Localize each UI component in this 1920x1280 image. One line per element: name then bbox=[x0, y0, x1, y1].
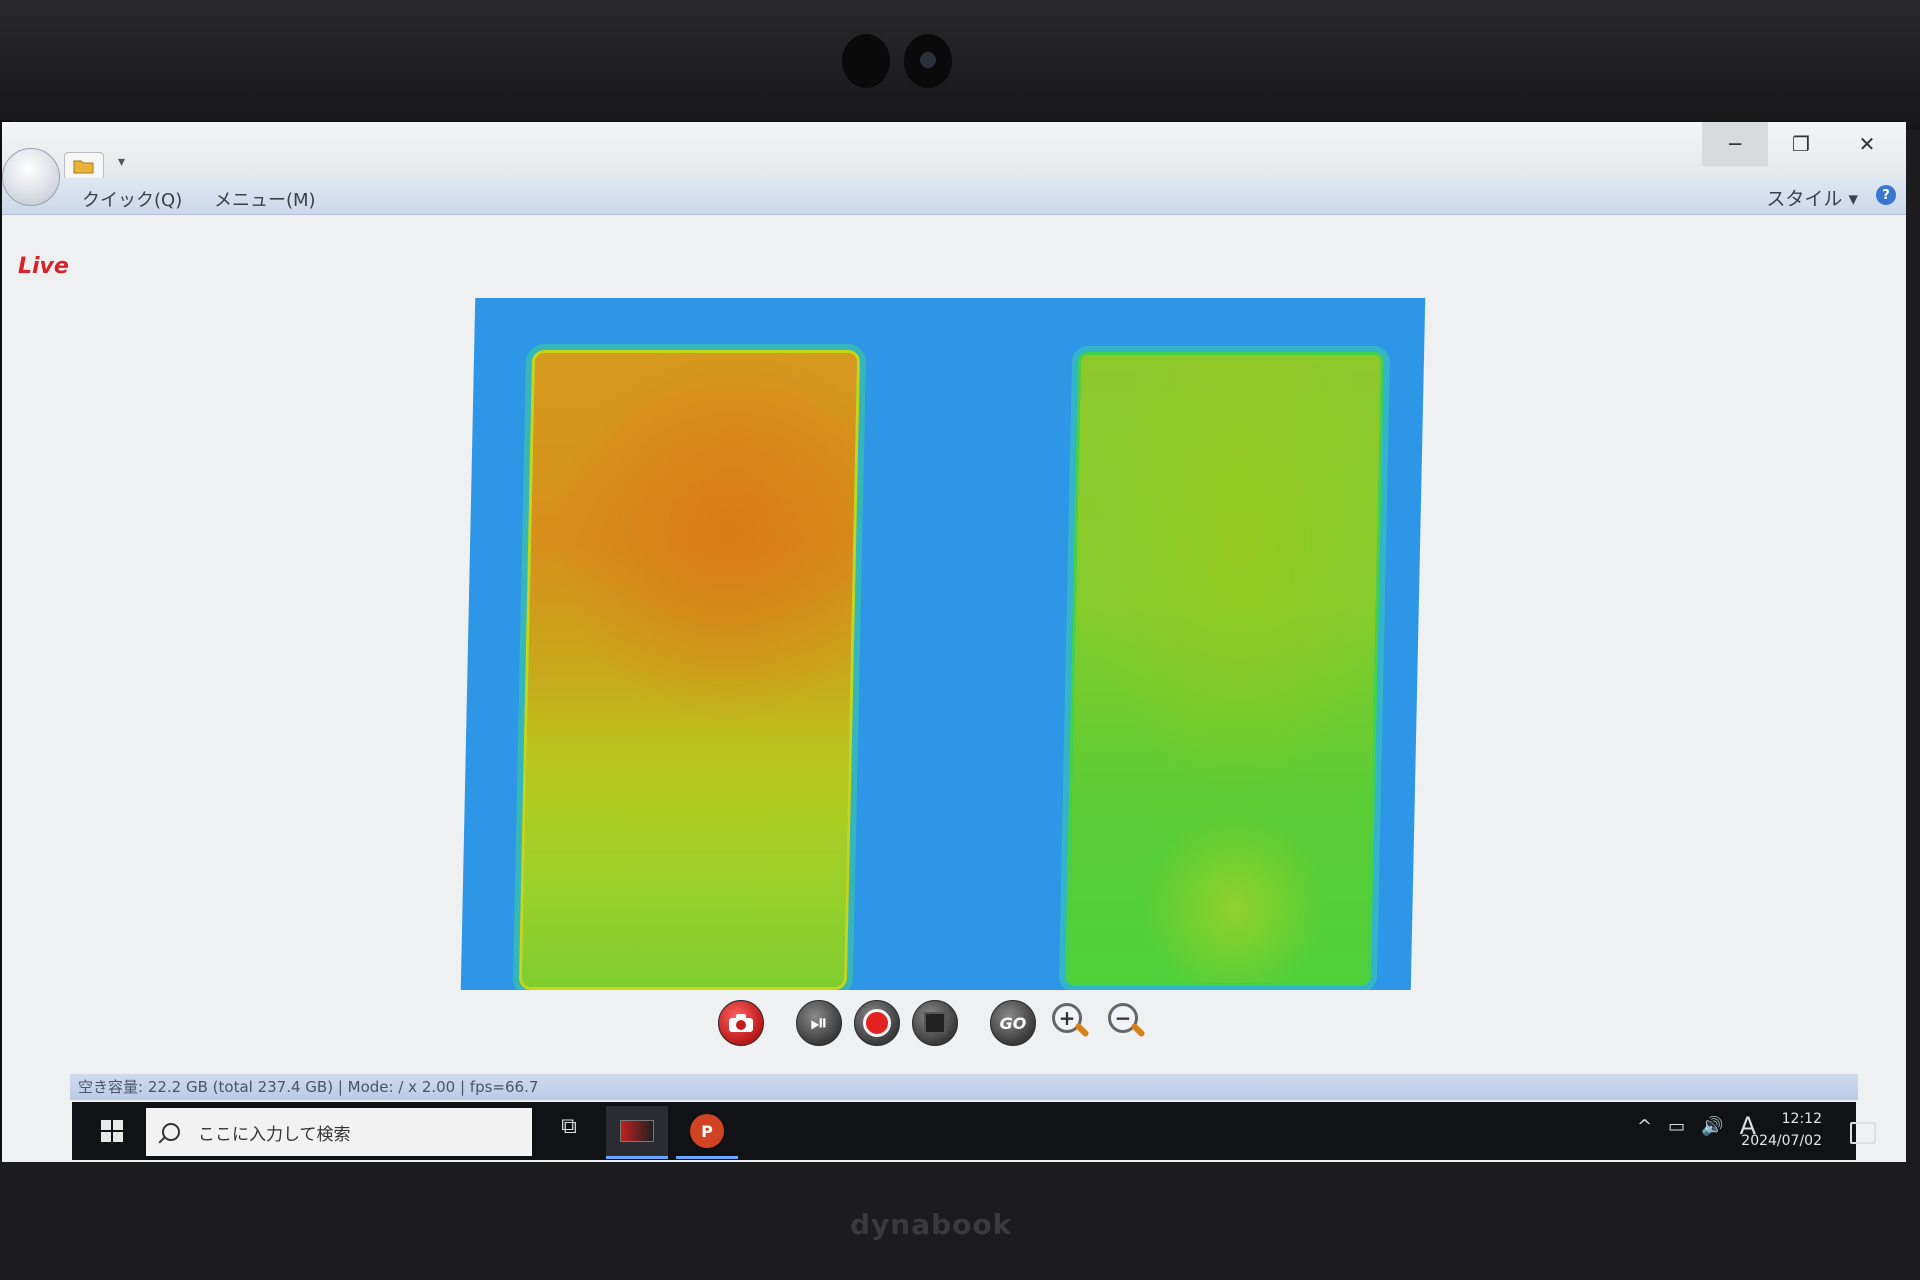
windows-logo-icon bbox=[101, 1120, 123, 1142]
taskbar-app-powerpoint[interactable]: P bbox=[676, 1106, 738, 1159]
clock-time: 12:12 bbox=[1781, 1111, 1822, 1127]
thermal-image-view bbox=[460, 298, 1426, 990]
laptop-brand-logo: dynabook bbox=[850, 1208, 1013, 1241]
powerpoint-icon: P bbox=[690, 1114, 724, 1148]
chevron-up-icon[interactable]: ^ bbox=[1637, 1116, 1652, 1137]
title-bar: ▾ ─ ❐ ✕ bbox=[2, 122, 1906, 180]
go-button[interactable]: GO bbox=[990, 1000, 1036, 1046]
search-placeholder: ここに入力して検索 bbox=[198, 1124, 351, 1145]
zoom-out-button[interactable]: − bbox=[1104, 1001, 1148, 1045]
volume-icon[interactable]: 🔊 bbox=[1701, 1116, 1723, 1137]
tab-quick[interactable]: クイック(Q) bbox=[82, 186, 182, 212]
camera-icon bbox=[729, 1014, 753, 1032]
search-icon bbox=[162, 1123, 180, 1141]
window-controls: ─ ❐ ✕ bbox=[1702, 122, 1900, 166]
snapshot-button[interactable] bbox=[718, 1000, 764, 1046]
task-view-icon[interactable]: ⧉ bbox=[552, 1114, 586, 1148]
playback-toolbar: ⏯ GO + − bbox=[718, 996, 1160, 1050]
stop-icon bbox=[924, 1012, 946, 1034]
style-dropdown[interactable]: スタイル ▾ bbox=[1766, 184, 1858, 211]
stop-button[interactable] bbox=[912, 1000, 958, 1046]
zoom-in-button[interactable]: + bbox=[1048, 1001, 1092, 1045]
thermal-object-right bbox=[1064, 352, 1385, 986]
taskbar-app-thermal-viewer[interactable] bbox=[606, 1106, 668, 1159]
taskbar: ここに入力して検索 ⧉ P ^ ▭ 🔊 A 12:12 2024/07/02 bbox=[72, 1102, 1876, 1160]
application-menu-button[interactable] bbox=[2, 148, 60, 206]
thermal-object-left bbox=[518, 350, 861, 990]
clock-date: 2024/07/02 bbox=[1741, 1133, 1822, 1149]
record-button[interactable] bbox=[854, 1000, 900, 1046]
notification-center-icon[interactable] bbox=[1850, 1122, 1876, 1144]
system-tray: ^ ▭ 🔊 A bbox=[1621, 1112, 1756, 1140]
play-pause-icon: ⏯ bbox=[810, 1010, 828, 1036]
record-icon bbox=[863, 1009, 891, 1037]
battery-icon[interactable]: ▭ bbox=[1668, 1116, 1685, 1137]
laptop-bezel-top bbox=[0, 0, 1920, 130]
taskbar-search-box[interactable]: ここに入力して検索 bbox=[146, 1108, 532, 1156]
webcam bbox=[842, 34, 966, 88]
taskbar-clock[interactable]: 12:12 2024/07/02 bbox=[1741, 1108, 1876, 1152]
restore-button[interactable]: ❐ bbox=[1768, 122, 1834, 166]
status-bar: 空き容量: 22.2 GB (total 237.4 GB) | Mode: /… bbox=[70, 1074, 1858, 1100]
thermal-app-icon bbox=[620, 1120, 654, 1142]
live-indicator: Live bbox=[18, 254, 69, 279]
help-icon[interactable]: ? bbox=[1876, 185, 1896, 205]
open-folder-icon[interactable] bbox=[64, 152, 104, 180]
minimize-button[interactable]: ─ bbox=[1702, 122, 1768, 166]
tab-menu[interactable]: メニュー(M) bbox=[214, 186, 316, 212]
close-button[interactable]: ✕ bbox=[1834, 122, 1900, 166]
quick-access-dropdown-icon[interactable]: ▾ bbox=[118, 154, 125, 170]
ribbon-tabs: クイック(Q) メニュー(M) スタイル ▾ ? bbox=[2, 178, 1906, 215]
play-pause-button[interactable]: ⏯ bbox=[796, 1000, 842, 1046]
start-button[interactable] bbox=[84, 1102, 140, 1160]
screen: ▾ ─ ❐ ✕ クイック(Q) メニュー(M) スタイル ▾ ? Live ⏯ bbox=[2, 122, 1906, 1162]
go-icon: GO bbox=[999, 1013, 1027, 1033]
